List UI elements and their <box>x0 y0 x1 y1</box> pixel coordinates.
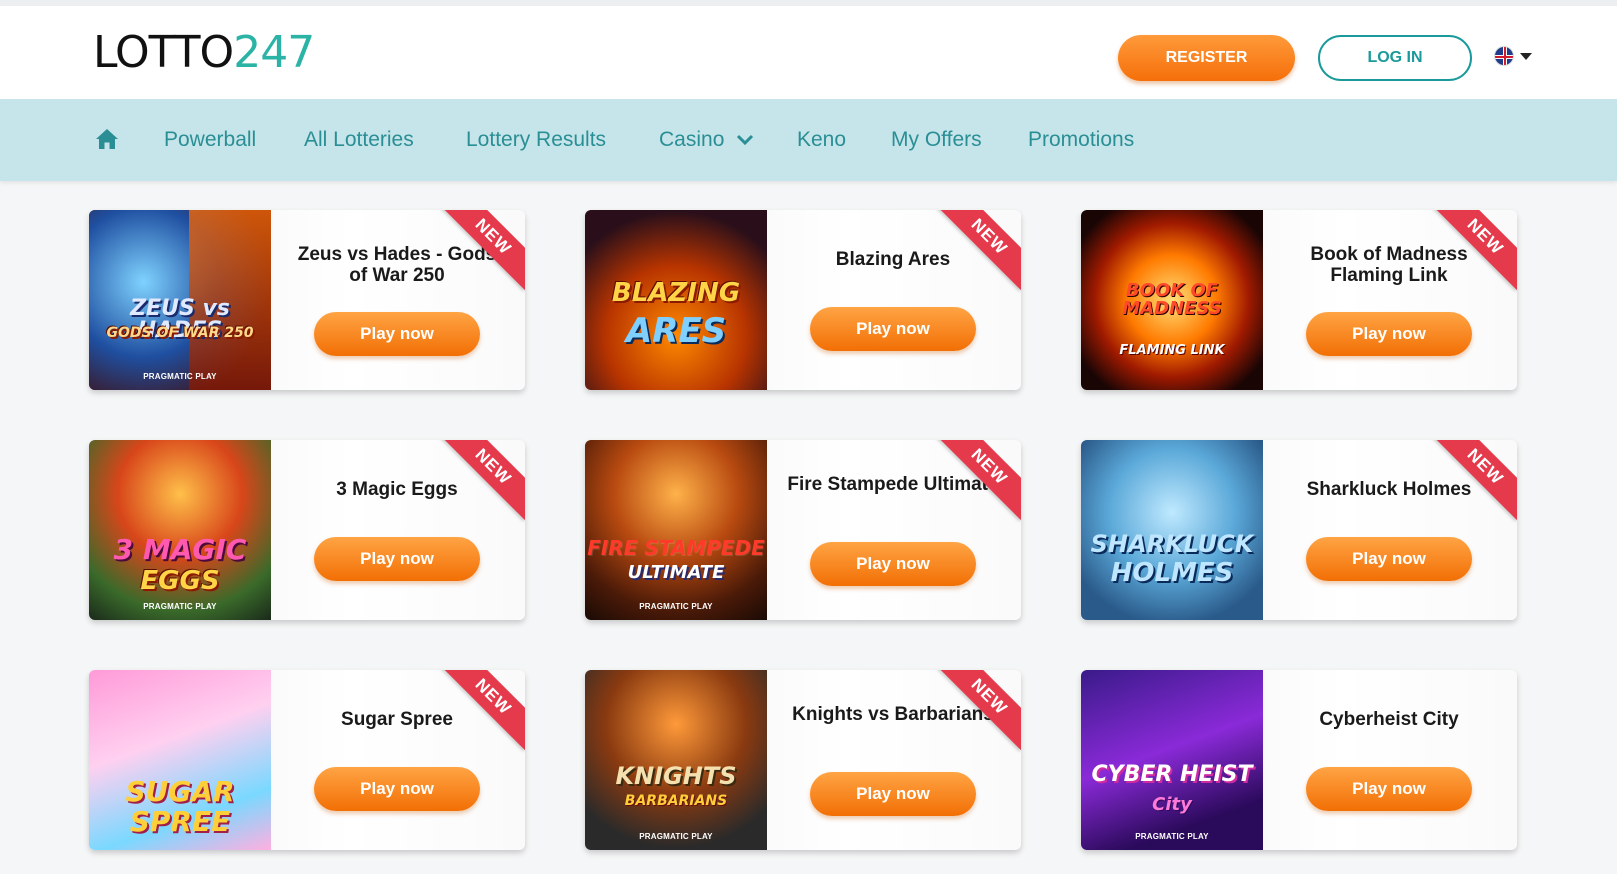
game-card[interactable]: CYBER HEIST City PRAGMATIC PLAY Cyberhei… <box>1081 670 1517 850</box>
site-logo[interactable]: LOTTO 247 <box>93 27 315 78</box>
provider-label: PRAGMATIC PLAY <box>1135 832 1209 841</box>
thumbnail-subtitle: City <box>1152 794 1192 815</box>
thumbnail-subtitle: GODS OF WAR 250 <box>106 325 254 341</box>
language-selector[interactable] <box>1494 46 1532 66</box>
play-now-button[interactable]: Play now <box>314 767 480 811</box>
play-now-button[interactable]: Play now <box>314 312 480 356</box>
game-thumbnail[interactable]: FIRE STAMPEDE ULTIMATE PRAGMATIC PLAY <box>585 440 767 620</box>
thumbnail-subtitle: EGGS <box>140 566 220 596</box>
game-thumbnail[interactable]: BOOK OF MADNESS FLAMING LINK <box>1081 210 1263 390</box>
game-thumbnail[interactable]: KNIGHTS BARBARIANS PRAGMATIC PLAY <box>585 670 767 850</box>
game-title: Knights vs Barbarians <box>792 704 994 725</box>
thumbnail-subtitle: BARBARIANS <box>624 793 728 809</box>
register-button[interactable]: REGISTER <box>1118 35 1295 81</box>
nav-keno[interactable]: Keno <box>797 99 846 181</box>
nav-lottery-results[interactable]: Lottery Results <box>466 99 606 181</box>
thumbnail-title: SUGAR <box>125 775 235 808</box>
game-title: Cyberheist City <box>1319 709 1459 730</box>
thumbnail-subtitle: ULTIMATE <box>627 562 725 583</box>
provider-label: PRAGMATIC PLAY <box>639 602 713 611</box>
logo-text: LOTTO <box>93 27 234 78</box>
game-title: 3 Magic Eggs <box>336 479 458 500</box>
game-card[interactable]: ZEUS vs HADES GODS OF WAR 250 PRAGMATIC … <box>89 210 525 390</box>
game-thumbnail[interactable]: 3 MAGIC EGGS PRAGMATIC PLAY <box>89 440 271 620</box>
game-card[interactable]: 3 MAGIC EGGS PRAGMATIC PLAY 3 Magic Eggs… <box>89 440 525 620</box>
game-card[interactable]: BOOK OF MADNESS FLAMING LINK Book of Mad… <box>1081 210 1517 390</box>
nav-powerball[interactable]: Powerball <box>164 99 256 181</box>
login-button[interactable]: LOG IN <box>1318 35 1472 81</box>
main-nav: Powerball All Lotteries Lottery Results … <box>0 99 1617 181</box>
play-now-button[interactable]: Play now <box>810 307 976 351</box>
game-thumbnail[interactable]: SHARKLUCK HOLMES <box>1081 440 1263 620</box>
game-thumbnail[interactable]: BLAZING ARES <box>585 210 767 390</box>
chevron-down-icon <box>1520 52 1532 60</box>
game-card[interactable]: SHARKLUCK HOLMES Sharkluck Holmes Play n… <box>1081 440 1517 620</box>
provider-label: PRAGMATIC PLAY <box>143 372 217 381</box>
game-thumbnail[interactable]: SUGAR SPREE <box>89 670 271 850</box>
game-title: Sugar Spree <box>341 709 453 730</box>
site-header: LOTTO 247 REGISTER LOG IN <box>0 6 1617 99</box>
thumbnail-subtitle: ARES <box>625 311 727 351</box>
game-thumbnail[interactable]: ZEUS vs HADES GODS OF WAR 250 PRAGMATIC … <box>89 210 271 390</box>
game-title: Fire Stampede Ultimate <box>787 474 999 495</box>
nav-my-offers[interactable]: My Offers <box>891 99 982 181</box>
game-card[interactable]: KNIGHTS BARBARIANS PRAGMATIC PLAY Knight… <box>585 670 1021 850</box>
play-now-button[interactable]: Play now <box>1306 767 1472 811</box>
nav-all-lotteries[interactable]: All Lotteries <box>304 99 414 181</box>
play-now-button[interactable]: Play now <box>810 772 976 816</box>
provider-label: PRAGMATIC PLAY <box>639 832 713 841</box>
thumbnail-subtitle: SPREE <box>129 805 231 838</box>
thumbnail-title: KNIGHTS <box>615 762 737 790</box>
thumbnail-title: BLAZING <box>611 278 741 308</box>
nav-casino[interactable]: Casino <box>659 99 754 181</box>
uk-flag-icon <box>1494 46 1514 66</box>
nav-promotions[interactable]: Promotions <box>1028 99 1134 181</box>
home-icon[interactable] <box>95 128 119 150</box>
game-title: Sharkluck Holmes <box>1306 479 1472 500</box>
game-title: Blazing Ares <box>835 249 951 270</box>
play-now-button[interactable]: Play now <box>1306 312 1472 356</box>
thumbnail-title: CYBER HEIST <box>1091 762 1253 787</box>
game-thumbnail[interactable]: CYBER HEIST City PRAGMATIC PLAY <box>1081 670 1263 850</box>
thumbnail-subtitle: HOLMES <box>1110 558 1234 588</box>
game-card[interactable]: SUGAR SPREE Sugar Spree Play now NEW <box>89 670 525 850</box>
play-now-button[interactable]: Play now <box>810 542 976 586</box>
game-title: Book of Madness Flaming Link <box>1310 244 1468 286</box>
nav-casino-label: Casino <box>659 128 725 151</box>
provider-label: PRAGMATIC PLAY <box>143 602 217 611</box>
thumbnail-title: FIRE STAMPEDE <box>587 536 765 560</box>
game-card[interactable]: BLAZING ARES Blazing Ares Play now NEW <box>585 210 1021 390</box>
chevron-down-icon <box>737 135 754 146</box>
logo-number: 247 <box>233 27 315 78</box>
game-title: Zeus vs Hades - Gods of War 250 <box>297 244 497 286</box>
game-card[interactable]: FIRE STAMPEDE ULTIMATE PRAGMATIC PLAY Fi… <box>585 440 1021 620</box>
thumbnail-title: SHARKLUCK <box>1090 530 1254 558</box>
thumbnail-title: BOOK OF MADNESS <box>1122 280 1222 319</box>
play-now-button[interactable]: Play now <box>1306 537 1472 581</box>
thumbnail-subtitle: FLAMING LINK <box>1119 343 1225 358</box>
play-now-button[interactable]: Play now <box>314 537 480 581</box>
thumbnail-title: 3 MAGIC <box>113 533 247 566</box>
